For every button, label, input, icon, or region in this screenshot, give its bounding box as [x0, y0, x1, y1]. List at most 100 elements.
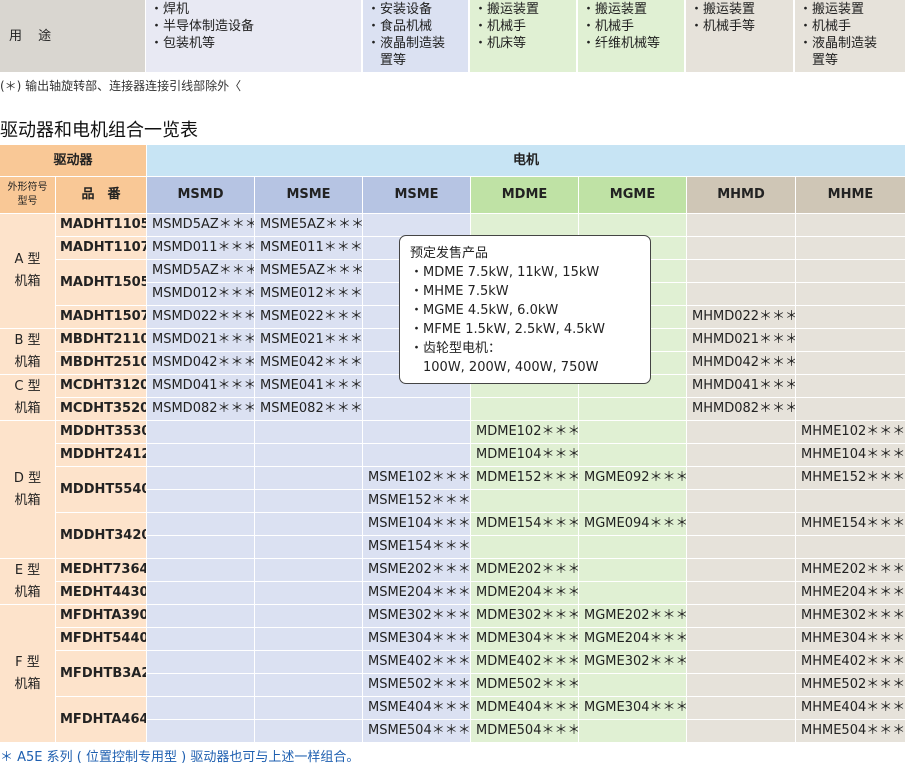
motor-cell: MSME012＊＊＊	[255, 283, 362, 305]
motor-cell	[147, 467, 254, 489]
motor-cell	[255, 421, 362, 443]
case-group-label: B 型 机箱	[0, 329, 55, 374]
part-number: MDDHT3420	[56, 513, 146, 558]
usage-column: ・焊机 ・半导体制造设备 ・包装机等	[146, 0, 361, 72]
usage-item: ・包装机等	[150, 36, 216, 51]
motor-cell	[255, 651, 362, 673]
motor-cell: MHME204＊＊＊	[796, 582, 905, 604]
motor-col-header: MSME	[363, 177, 470, 213]
motor-cell: MDME204＊＊＊	[471, 582, 578, 604]
popup-line: ・MFME 1.5kW, 2.5kW, 4.5kW	[410, 322, 605, 337]
motor-cell	[363, 421, 470, 443]
part-number: MADHT1505	[56, 260, 146, 305]
driver-header: 驱动器	[0, 145, 146, 176]
motor-cell	[687, 559, 795, 581]
motor-col-header: MSMD	[147, 177, 254, 213]
motor-cell	[687, 214, 795, 236]
motor-cell	[147, 697, 254, 719]
popup-line: ・齿轮型电机：	[410, 341, 502, 356]
motor-cell	[255, 444, 362, 466]
part-number: MBDHT2110	[56, 329, 146, 351]
motor-cell	[796, 352, 905, 374]
motor-cell: MGME094＊＊＊	[579, 513, 686, 535]
motor-cell: MGME092＊＊＊	[579, 467, 686, 489]
motor-cell: MHME404＊＊＊	[796, 697, 905, 719]
motor-cell: MHME502＊＊＊	[796, 674, 905, 696]
motor-cell	[687, 467, 795, 489]
motor-cell: MSME302＊＊＊	[363, 605, 470, 627]
motor-cell	[255, 467, 362, 489]
usage-item: ・食品机械	[367, 19, 433, 34]
motor-cell	[687, 490, 795, 512]
motor-col-header: MDME	[471, 177, 578, 213]
motor-cell	[255, 536, 362, 558]
motor-cell	[579, 490, 686, 512]
case-group-label: C 型 机箱	[0, 375, 55, 420]
motor-cell	[687, 513, 795, 535]
part-number: MEDHT7364	[56, 559, 146, 581]
motor-cell	[147, 490, 254, 512]
motor-cell: MHME504＊＊＊	[796, 720, 905, 742]
motor-cell	[796, 214, 905, 236]
motor-cell: MDME502＊＊＊	[471, 674, 578, 696]
motor-cell	[147, 421, 254, 443]
motor-cell	[255, 674, 362, 696]
usage-item: ・搬运装置	[799, 2, 865, 17]
motor-cell	[579, 559, 686, 581]
motor-cell: MDME504＊＊＊	[471, 720, 578, 742]
motor-cell: MHME202＊＊＊	[796, 559, 905, 581]
motor-cell: MHME104＊＊＊	[796, 444, 905, 466]
case-group-label: A 型 机箱	[0, 214, 55, 328]
motor-cell: MHMD022＊＊＊	[687, 306, 795, 328]
type-col-header: 外形符号 型号	[0, 177, 55, 213]
usage-item: ・机械手	[799, 19, 852, 34]
motor-cell	[796, 283, 905, 305]
motor-cell	[579, 720, 686, 742]
usage-item: ・搬运装置	[474, 2, 540, 17]
motor-cell	[147, 651, 254, 673]
usage-item: 置等	[799, 53, 839, 68]
motor-cell	[579, 582, 686, 604]
motor-cell: MSME102＊＊＊	[363, 467, 470, 489]
section-title: 驱动器和电机组合一览表	[0, 120, 198, 141]
part-number: MFDHTA464	[56, 697, 146, 742]
footnote-top: (＊) 输出轴旋转部、连接器连接引线部除外〈	[0, 79, 242, 93]
motor-cell: MSME504＊＊＊	[363, 720, 470, 742]
popup-line: ・MDME 7.5kW, 11kW, 15kW	[410, 265, 600, 280]
part-number: MFDHT5440	[56, 628, 146, 650]
part-number: MFDHTB3A2	[56, 651, 146, 696]
usage-item: ・焊机	[150, 2, 190, 17]
motor-cell	[796, 375, 905, 397]
part-number: MFDHTA390	[56, 605, 146, 627]
motor-cell: MHME304＊＊＊	[796, 628, 905, 650]
motor-cell	[255, 720, 362, 742]
motor-cell	[147, 559, 254, 581]
motor-cell: MHME152＊＊＊	[796, 467, 905, 489]
motor-cell	[579, 444, 686, 466]
motor-cell: MHME154＊＊＊	[796, 513, 905, 535]
usage-label: 用 途	[0, 0, 145, 72]
motor-cell: MSMD021＊＊＊	[147, 329, 254, 351]
motor-cell: MHMD041＊＊＊	[687, 375, 795, 397]
motor-cell: MSME082＊＊＊	[255, 398, 362, 420]
motor-cell	[579, 536, 686, 558]
motor-cell: MSME041＊＊＊	[255, 375, 362, 397]
motor-cell	[147, 513, 254, 535]
motor-cell	[363, 214, 470, 236]
motor-cell: MSMD042＊＊＊	[147, 352, 254, 374]
motor-cell	[796, 306, 905, 328]
motor-cell: MDME104＊＊＊	[471, 444, 578, 466]
motor-cell: MHME302＊＊＊	[796, 605, 905, 627]
motor-cell	[471, 490, 578, 512]
usage-column: ・安装设备 ・食品机械 ・液晶制造装 置等	[363, 0, 468, 72]
part-number: MDDHT3530	[56, 421, 146, 443]
motor-cell: MSME404＊＊＊	[363, 697, 470, 719]
motor-cell: MGME304＊＊＊	[579, 697, 686, 719]
motor-cell: MSME021＊＊＊	[255, 329, 362, 351]
motor-cell: MSME5AZ＊＊＊	[255, 214, 362, 236]
motor-cell	[363, 398, 470, 420]
motor-cell	[687, 536, 795, 558]
case-group-label: E 型 机箱	[0, 559, 55, 604]
motor-cell	[796, 490, 905, 512]
motor-col-header: MGME	[579, 177, 686, 213]
